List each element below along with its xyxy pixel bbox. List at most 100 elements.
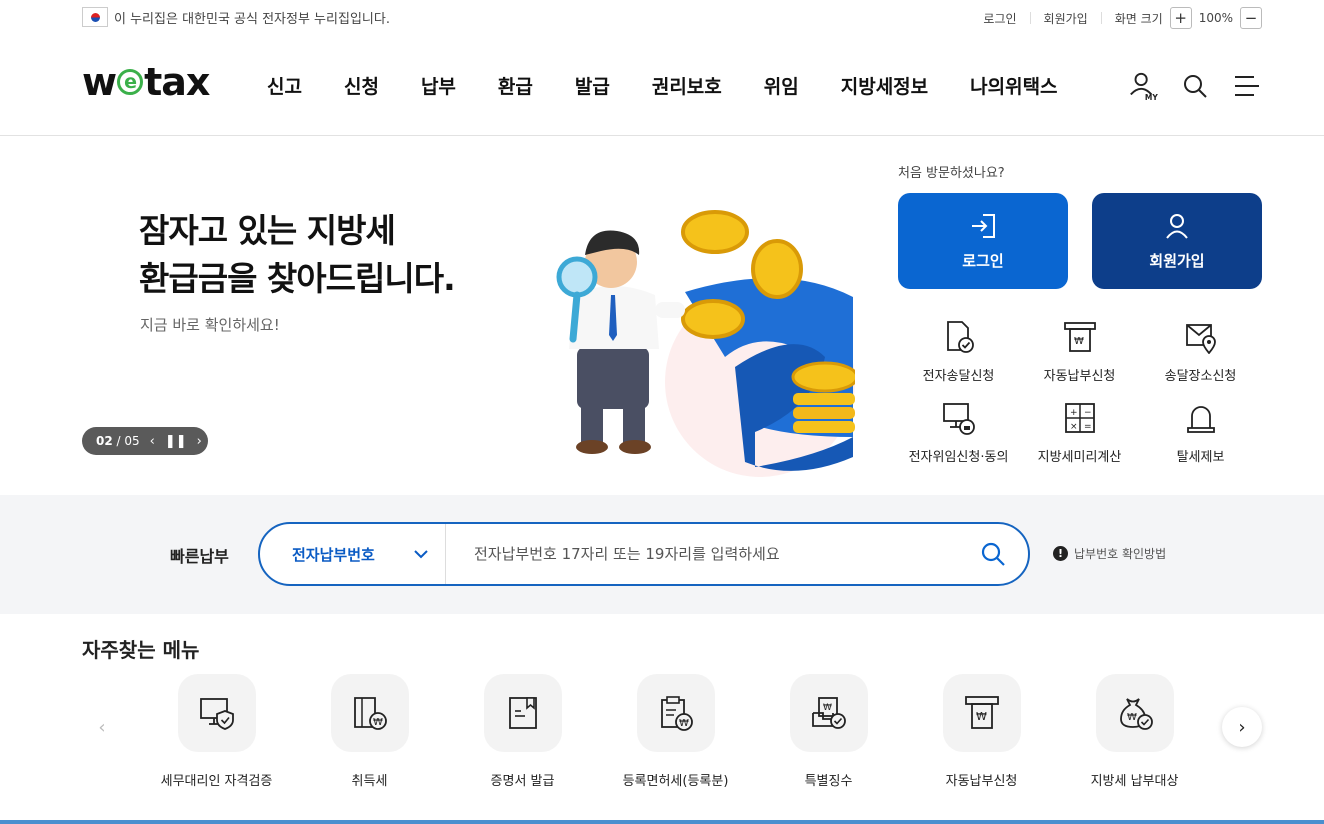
quick-e-delegation[interactable]: 전자위임신청·동의 bbox=[898, 398, 1019, 465]
nav-pay[interactable]: 납부 bbox=[421, 72, 456, 99]
bottom-accent-line bbox=[0, 820, 1324, 824]
quick-tax-evasion-report[interactable]: 탈세제보 bbox=[1140, 398, 1261, 465]
moneybag-check-icon: ₩ bbox=[1095, 674, 1174, 752]
quick-pay-label: 빠른납부 bbox=[170, 547, 229, 566]
visit-question: 처음 방문하셨나요? bbox=[898, 166, 1005, 181]
my-page-icon[interactable]: MY bbox=[1128, 70, 1158, 102]
svg-text:₩: ₩ bbox=[823, 703, 832, 713]
nav-refund[interactable]: 환급 bbox=[498, 72, 533, 99]
nav-rights[interactable]: 권리보호 bbox=[652, 72, 722, 99]
zoom-level: 100% bbox=[1198, 11, 1233, 25]
svg-text:₩: ₩ bbox=[1074, 336, 1084, 347]
quick-service-grid: 전자송달신청 ₩ 자동납부신청 송달장소신청 전자위임신청·동의 + − × = 지방… bbox=[898, 317, 1262, 465]
gov-notice: 이 누리집은 대한민국 공식 전자정부 누리집입니다. bbox=[82, 7, 390, 27]
nav-issue[interactable]: 발급 bbox=[575, 72, 610, 99]
quick-auto-pay[interactable]: ₩ 자동납부신청 bbox=[1019, 317, 1140, 384]
atm-won-icon: ₩ bbox=[1060, 317, 1100, 357]
frequent-item-label: 세무대리인 자격검증 bbox=[160, 774, 273, 789]
calculator-icon: + − × = bbox=[1060, 398, 1100, 438]
frequent-item-special-collection[interactable]: ₩ 특별징수 bbox=[752, 674, 905, 789]
search-icon[interactable] bbox=[1180, 70, 1210, 102]
frequent-item-registration-tax[interactable]: ₩ 등록면허세(등록분) bbox=[599, 674, 752, 789]
pay-type-value: 전자납부번호 bbox=[292, 545, 375, 564]
banner-pager: 02 / 05 ‹ ❚❚ › bbox=[82, 427, 208, 455]
frequent-next-button[interactable]: › bbox=[1222, 707, 1262, 747]
monitor-lock-icon bbox=[939, 398, 979, 438]
logo-tax: tax bbox=[144, 60, 210, 104]
quick-pay-section: 빠른납부 전자납부번호 ! 납부번호 확인방법 bbox=[0, 495, 1324, 614]
nav-apply[interactable]: 신청 bbox=[344, 72, 379, 99]
atm-won-icon: ₩ bbox=[942, 674, 1021, 752]
clipboard-won-icon: ₩ bbox=[636, 674, 715, 752]
frequent-item-label: 지방세 납부대상 bbox=[1090, 774, 1179, 789]
frequent-item-local-tax-payable[interactable]: ₩ 지방세 납부대상 bbox=[1058, 674, 1211, 789]
zoom-out-button[interactable]: − bbox=[1240, 7, 1262, 29]
pager-count: 02 / 05 bbox=[96, 434, 140, 448]
frequent-item-auto-pay[interactable]: ₩ 자동납부신청 bbox=[905, 674, 1058, 789]
site-header: w e tax 신고 신청 납부 환급 발급 권리보호 위임 지방세정보 나의위… bbox=[0, 36, 1324, 136]
frequent-item-label: 취득세 bbox=[351, 774, 388, 789]
pager-prev-button[interactable]: ‹ bbox=[150, 434, 155, 449]
util-join-link[interactable]: 회원가입 bbox=[1044, 10, 1088, 27]
tray-won-check-icon: ₩ bbox=[789, 674, 868, 752]
payment-number-input[interactable] bbox=[446, 545, 958, 563]
utility-bar: 이 누리집은 대한민국 공식 전자정부 누리집입니다. 로그인 회원가입 화면 … bbox=[0, 0, 1324, 36]
pay-type-select[interactable]: 전자납부번호 bbox=[260, 524, 446, 584]
frequent-prev-button[interactable]: ‹ bbox=[82, 707, 122, 747]
nav-delegation[interactable]: 위임 bbox=[764, 72, 799, 99]
my-label: MY bbox=[1145, 93, 1158, 102]
book-won-icon: ₩ bbox=[330, 674, 409, 752]
document-check-icon bbox=[939, 317, 979, 357]
quick-pay-search-button[interactable] bbox=[958, 541, 1028, 567]
pager-current: 02 bbox=[96, 434, 113, 448]
screen-size-label: 화면 크기 bbox=[1114, 11, 1163, 26]
util-login-link[interactable]: 로그인 bbox=[983, 10, 1016, 27]
logo-e: e bbox=[117, 69, 144, 95]
frequent-item-certificate[interactable]: 증명서 발급 bbox=[446, 674, 599, 789]
quick-e-delivery[interactable]: 전자송달신청 bbox=[898, 317, 1019, 384]
main-nav: 신고 신청 납부 환급 발급 권리보호 위임 지방세정보 나의위택스 bbox=[246, 72, 1079, 99]
menu-icon[interactable] bbox=[1232, 70, 1262, 102]
svg-text:₩: ₩ bbox=[373, 717, 383, 728]
nav-report[interactable]: 신고 bbox=[267, 72, 302, 99]
hero-title-line2: 환급금을 찾아드립니다. bbox=[139, 259, 456, 298]
pager-next-button[interactable]: › bbox=[197, 434, 202, 449]
nav-my-wetax[interactable]: 나의위택스 bbox=[970, 72, 1057, 99]
quick-item-label: 전자송달신청 bbox=[922, 369, 995, 384]
wetax-logo[interactable]: w e tax bbox=[82, 60, 210, 104]
refund-illustration bbox=[556, 210, 855, 477]
zoom-in-button[interactable]: + bbox=[1169, 7, 1192, 29]
svg-text:₩: ₩ bbox=[679, 718, 689, 729]
frequent-item-acquisition-tax[interactable]: ₩ 취득세 bbox=[293, 674, 446, 789]
hero-title-line1: 잠자고 있는 지방세 bbox=[139, 211, 396, 250]
hero-banner: 잠자고 있는 지방세 환급금을 찾아드립니다. 지금 바로 확인하세요! 02 … bbox=[0, 137, 1324, 494]
help-label: 납부번호 확인방법 bbox=[1074, 547, 1167, 561]
quick-item-label: 탈세제보 bbox=[1176, 450, 1225, 465]
svg-text:₩: ₩ bbox=[976, 710, 987, 723]
nav-local-tax-info[interactable]: 지방세정보 bbox=[841, 72, 928, 99]
quick-item-label: 전자위임신청·동의 bbox=[908, 450, 1009, 465]
quick-pay-searchbox: 전자납부번호 bbox=[258, 522, 1030, 586]
user-icon bbox=[1166, 213, 1188, 239]
join-button[interactable]: 회원가입 bbox=[1092, 193, 1262, 289]
pager-total: / 05 bbox=[116, 434, 140, 448]
frequent-item-label: 증명서 발급 bbox=[490, 774, 555, 789]
korea-flag-icon bbox=[82, 7, 108, 27]
frequent-item-agent-verify[interactable]: 세무대리인 자격검증 bbox=[140, 674, 293, 789]
frequent-item-label: 자동납부신청 bbox=[945, 774, 1018, 789]
frequent-menu-title: 자주찾는 메뉴 bbox=[82, 638, 200, 662]
envelope-location-icon bbox=[1181, 317, 1221, 357]
frequent-item-label: 등록면허세(등록분) bbox=[622, 774, 729, 789]
search-icon bbox=[981, 542, 1005, 566]
info-icon: ! bbox=[1053, 546, 1068, 561]
certificate-icon bbox=[483, 674, 562, 752]
quick-tax-calculator[interactable]: + − × = 지방세미리계산 bbox=[1019, 398, 1140, 465]
svg-text:×: × bbox=[1070, 422, 1078, 432]
login-button[interactable]: 로그인 bbox=[898, 193, 1068, 289]
payment-number-help-link[interactable]: ! 납부번호 확인방법 bbox=[1053, 545, 1166, 562]
svg-text:+: + bbox=[1070, 408, 1078, 418]
quick-delivery-place[interactable]: 송달장소신청 bbox=[1140, 317, 1261, 384]
frequent-menu-list: 세무대리인 자격검증 ₩ 취득세 증명서 발급 ₩ 등록면허세(등록분) ₩ 특… bbox=[140, 674, 1212, 789]
login-button-label: 로그인 bbox=[962, 251, 1004, 270]
pager-pause-button[interactable]: ❚❚ bbox=[165, 434, 187, 449]
